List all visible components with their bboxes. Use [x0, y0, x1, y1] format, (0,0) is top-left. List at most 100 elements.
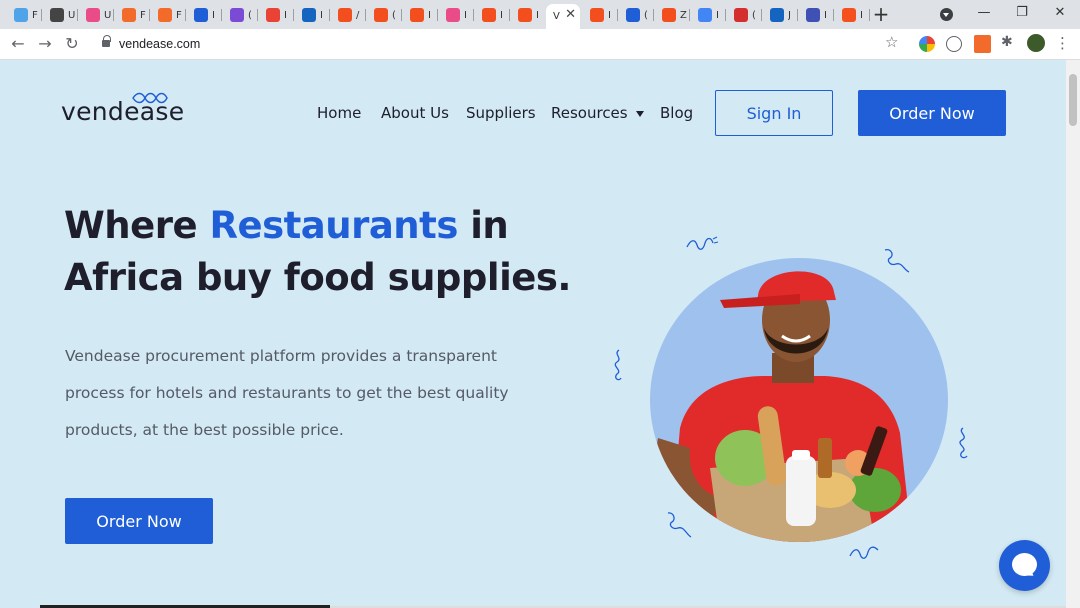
- tab-favicon-icon: [374, 8, 388, 22]
- tab-favicon-icon: [842, 8, 856, 22]
- tab-favicon-icon: [734, 8, 748, 22]
- tab-favicon-icon: [230, 8, 244, 22]
- tab-title: I: [320, 9, 323, 21]
- forward-button[interactable]: →: [35, 34, 55, 54]
- extensions-puzzle-icon[interactable]: ✱: [1001, 34, 1017, 50]
- page-content: vendease Home About Us Suppliers Resourc…: [0, 60, 1066, 608]
- tab-title: J: [788, 9, 791, 21]
- tab-title: I: [824, 9, 827, 21]
- hero-headline: Where Restaurants in Africa buy food sup…: [64, 200, 604, 304]
- tab-title: I: [536, 9, 539, 21]
- nav-about-us[interactable]: About Us: [381, 104, 449, 122]
- browser-tab[interactable]: /: [330, 4, 366, 26]
- browser-tab[interactable]: F: [114, 4, 150, 26]
- chevron-down-icon: [635, 110, 644, 117]
- vendease-logo[interactable]: vendease: [61, 92, 184, 126]
- order-now-header-button[interactable]: Order Now: [858, 90, 1006, 136]
- browser-tab[interactable]: I: [438, 4, 474, 26]
- url-text: vendease.com: [119, 37, 201, 51]
- scrollbar-thumb[interactable]: [1069, 74, 1077, 126]
- decorative-knot-icon: [686, 236, 719, 250]
- tab-title: I: [608, 9, 611, 21]
- headline-pre: Where: [64, 204, 210, 247]
- browser-tab[interactable]: (: [726, 4, 762, 26]
- tab-favicon-icon: [698, 8, 712, 22]
- browser-tab[interactable]: (: [366, 4, 402, 26]
- tab-title: (: [248, 9, 252, 21]
- browser-tab[interactable]: F: [6, 4, 42, 26]
- decorative-knot-icon: [884, 249, 910, 273]
- nav-blog[interactable]: Blog: [660, 104, 693, 122]
- logo-knot-icon: [132, 92, 168, 104]
- tab-favicon-icon: [410, 8, 424, 22]
- delivery-man-illustration: [656, 271, 912, 542]
- tab-title: I: [860, 9, 863, 21]
- nav-resources[interactable]: Resources: [551, 104, 644, 122]
- nav-suppliers[interactable]: Suppliers: [466, 104, 536, 122]
- nav-home[interactable]: Home: [317, 104, 361, 122]
- browser-tab[interactable]: I: [582, 4, 618, 26]
- restore-button[interactable]: ❐: [1002, 2, 1042, 24]
- tab-favicon-icon: [266, 8, 280, 22]
- tab-favicon-icon: [662, 8, 676, 22]
- sign-in-button[interactable]: Sign In: [715, 90, 833, 136]
- browser-tab[interactable]: (: [618, 4, 654, 26]
- tab-search-icon[interactable]: [940, 8, 953, 21]
- tab-title: (: [644, 9, 648, 21]
- color-picker-extension-icon[interactable]: [919, 36, 935, 52]
- face-extension-icon[interactable]: [946, 36, 962, 52]
- browser-tab[interactable]: I: [402, 4, 438, 26]
- chat-widget-button[interactable]: [999, 540, 1050, 591]
- nav-resources-label: Resources: [551, 104, 628, 122]
- tab-title: /: [356, 9, 360, 21]
- tab-title: (: [392, 9, 396, 21]
- tab-favicon-icon: [626, 8, 640, 22]
- browser-tab[interactable]: I: [834, 4, 870, 26]
- tab-favicon-icon: [86, 8, 100, 22]
- close-window-button[interactable]: ✕: [1040, 2, 1080, 24]
- tab-title: F: [140, 9, 146, 21]
- address-bar[interactable]: vendease.com: [92, 32, 912, 57]
- page-scrollbar[interactable]: [1066, 60, 1080, 608]
- tab-title: I: [428, 9, 431, 21]
- tab-favicon-icon: [50, 8, 64, 22]
- browser-tab[interactable]: J: [762, 4, 798, 26]
- tab-title: I: [500, 9, 503, 21]
- off-extension-icon[interactable]: [974, 35, 991, 53]
- back-button[interactable]: ←: [8, 34, 28, 54]
- browser-menu-icon[interactable]: ⋮: [1055, 34, 1070, 52]
- bookmark-star-icon[interactable]: ☆: [885, 33, 898, 51]
- browser-tab[interactable]: I: [798, 4, 834, 26]
- browser-tab[interactable]: F: [150, 4, 186, 26]
- browser-tab[interactable]: Z: [654, 4, 690, 26]
- tab-favicon-icon: [446, 8, 460, 22]
- tab-title: F: [176, 9, 182, 21]
- minimize-button[interactable]: —: [964, 2, 1004, 24]
- tab-favicon-icon: [770, 8, 784, 22]
- browser-tab[interactable]: I: [510, 4, 546, 26]
- browser-tab[interactable]: U: [42, 4, 78, 26]
- lock-icon: [102, 35, 111, 47]
- browser-tab[interactable]: I: [294, 4, 330, 26]
- tab-favicon-icon: [518, 8, 532, 22]
- browser-tab[interactable]: I: [474, 4, 510, 26]
- tab-title: (: [752, 9, 756, 21]
- headline-accent: Restaurants: [209, 204, 458, 247]
- tab-title: I: [716, 9, 719, 21]
- decorative-knot-icon: [667, 512, 692, 538]
- tab-favicon-icon: [482, 8, 496, 22]
- browser-tab[interactable]: (: [222, 4, 258, 26]
- order-now-cta-button[interactable]: Order Now: [65, 498, 213, 544]
- tab-title: I: [464, 9, 467, 21]
- reload-button[interactable]: ↻: [62, 34, 82, 54]
- browser-tab[interactable]: U: [78, 4, 114, 26]
- tab-separator: [869, 9, 870, 21]
- profile-avatar[interactable]: [1027, 34, 1045, 52]
- new-tab-button[interactable]: +: [872, 4, 890, 24]
- browser-tab[interactable]: I: [186, 4, 222, 26]
- hero-subtext: Vendease procurement platform provides a…: [65, 347, 509, 439]
- tab-close-icon[interactable]: ✕: [565, 7, 576, 22]
- tab-active[interactable]: V ✕: [546, 4, 580, 29]
- browser-tab[interactable]: I: [690, 4, 726, 26]
- browser-tab[interactable]: I: [258, 4, 294, 26]
